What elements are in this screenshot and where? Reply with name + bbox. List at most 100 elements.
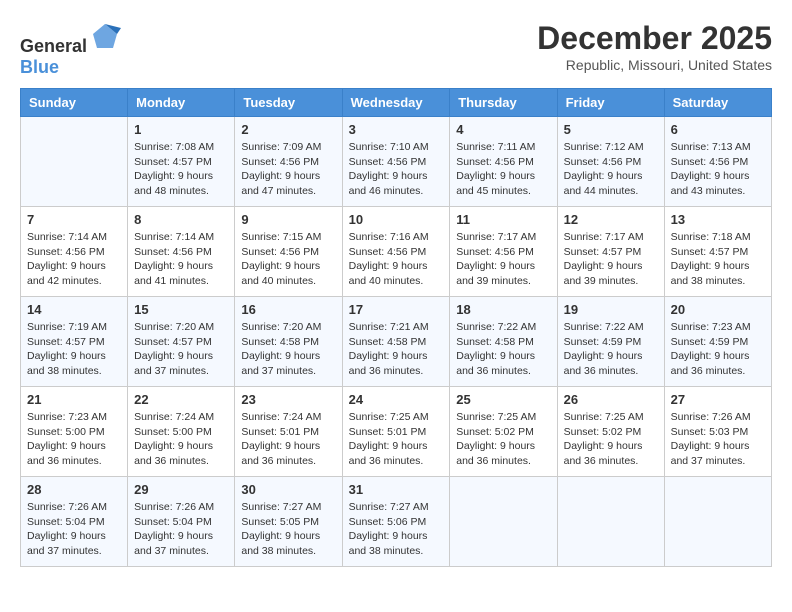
calendar-day-header: Sunday <box>21 89 128 117</box>
day-info: Sunrise: 7:20 AM Sunset: 4:57 PM Dayligh… <box>134 320 228 379</box>
calendar-day-cell: 24 Sunrise: 7:25 AM Sunset: 5:01 PM Dayli… <box>342 387 450 477</box>
calendar-week-row: 21 Sunrise: 7:23 AM Sunset: 5:00 PM Dayli… <box>21 387 772 477</box>
day-info: Sunrise: 7:23 AM Sunset: 5:00 PM Dayligh… <box>27 410 121 469</box>
calendar-day-cell <box>664 477 771 567</box>
day-number: 11 <box>456 212 550 227</box>
day-info: Sunrise: 7:09 AM Sunset: 4:56 PM Dayligh… <box>241 140 335 199</box>
day-number: 28 <box>27 482 121 497</box>
day-info: Sunrise: 7:14 AM Sunset: 4:56 PM Dayligh… <box>27 230 121 289</box>
calendar-day-header: Friday <box>557 89 664 117</box>
day-info: Sunrise: 7:26 AM Sunset: 5:03 PM Dayligh… <box>671 410 765 469</box>
day-number: 10 <box>349 212 444 227</box>
calendar-day-header: Saturday <box>664 89 771 117</box>
day-number: 7 <box>27 212 121 227</box>
calendar-day-cell: 15 Sunrise: 7:20 AM Sunset: 4:57 PM Dayli… <box>128 297 235 387</box>
calendar-day-cell: 6 Sunrise: 7:13 AM Sunset: 4:56 PM Daylig… <box>664 117 771 207</box>
day-info: Sunrise: 7:27 AM Sunset: 5:06 PM Dayligh… <box>349 500 444 559</box>
calendar-day-cell: 18 Sunrise: 7:22 AM Sunset: 4:58 PM Dayli… <box>450 297 557 387</box>
calendar-week-row: 1 Sunrise: 7:08 AM Sunset: 4:57 PM Daylig… <box>21 117 772 207</box>
day-info: Sunrise: 7:11 AM Sunset: 4:56 PM Dayligh… <box>456 140 550 199</box>
day-info: Sunrise: 7:21 AM Sunset: 4:58 PM Dayligh… <box>349 320 444 379</box>
calendar-day-cell: 25Sunrise: 7:25 AM Sunset: 5:02 PM Dayli… <box>450 387 557 477</box>
day-number: 5 <box>564 122 658 137</box>
calendar-day-cell: 3 Sunrise: 7:10 AM Sunset: 4:56 PM Daylig… <box>342 117 450 207</box>
calendar-day-cell: 16 Sunrise: 7:20 AM Sunset: 4:58 PM Dayli… <box>235 297 342 387</box>
day-info: Sunrise: 7:18 AM Sunset: 4:57 PM Dayligh… <box>671 230 765 289</box>
day-number: 23 <box>241 392 335 407</box>
day-info: Sunrise: 7:24 AM Sunset: 5:00 PM Dayligh… <box>134 410 228 469</box>
page-subtitle: Republic, Missouri, United States <box>537 57 772 73</box>
day-info: Sunrise: 7:27 AM Sunset: 5:05 PM Dayligh… <box>241 500 335 559</box>
calendar-day-header: Wednesday <box>342 89 450 117</box>
day-info: Sunrise: 7:08 AM Sunset: 4:57 PM Dayligh… <box>134 140 228 199</box>
day-info: Sunrise: 7:17 AM Sunset: 4:57 PM Dayligh… <box>564 230 658 289</box>
logo-blue-text: Blue <box>20 57 59 77</box>
calendar-day-cell <box>557 477 664 567</box>
day-number: 4 <box>456 122 550 137</box>
day-info: Sunrise: 7:20 AM Sunset: 4:58 PM Dayligh… <box>241 320 335 379</box>
calendar-day-cell: 22Sunrise: 7:24 AM Sunset: 5:00 PM Dayli… <box>128 387 235 477</box>
calendar-day-cell: 20 Sunrise: 7:23 AM Sunset: 4:59 PM Dayli… <box>664 297 771 387</box>
day-number: 26 <box>564 392 658 407</box>
calendar-day-header: Tuesday <box>235 89 342 117</box>
calendar-day-cell: 13 Sunrise: 7:18 AM Sunset: 4:57 PM Dayli… <box>664 207 771 297</box>
day-number: 8 <box>134 212 228 227</box>
calendar-day-cell: 27 Sunrise: 7:26 AM Sunset: 5:03 PM Dayli… <box>664 387 771 477</box>
logo: General Blue <box>20 20 121 78</box>
calendar-week-row: 28 Sunrise: 7:26 AM Sunset: 5:04 PM Dayli… <box>21 477 772 567</box>
calendar-day-cell: 5 Sunrise: 7:12 AM Sunset: 4:56 PM Daylig… <box>557 117 664 207</box>
calendar-day-cell: 4 Sunrise: 7:11 AM Sunset: 4:56 PM Daylig… <box>450 117 557 207</box>
calendar-day-cell: 10 Sunrise: 7:16 AM Sunset: 4:56 PM Dayli… <box>342 207 450 297</box>
calendar-day-cell <box>21 117 128 207</box>
calendar-day-cell: 19 Sunrise: 7:22 AM Sunset: 4:59 PM Dayli… <box>557 297 664 387</box>
title-area: December 2025 Republic, Missouri, United… <box>537 20 772 73</box>
calendar-day-cell: 7 Sunrise: 7:14 AM Sunset: 4:56 PM Daylig… <box>21 207 128 297</box>
day-number: 27 <box>671 392 765 407</box>
day-info: Sunrise: 7:10 AM Sunset: 4:56 PM Dayligh… <box>349 140 444 199</box>
day-info: Sunrise: 7:13 AM Sunset: 4:56 PM Dayligh… <box>671 140 765 199</box>
calendar-day-cell: 29Sunrise: 7:26 AM Sunset: 5:04 PM Dayli… <box>128 477 235 567</box>
day-info: Sunrise: 7:25 AM Sunset: 5:02 PM Dayligh… <box>564 410 658 469</box>
day-number: 29 <box>134 482 228 497</box>
day-info: Sunrise: 7:25 AM Sunset: 5:01 PM Dayligh… <box>349 410 444 469</box>
calendar-day-cell: 11 Sunrise: 7:17 AM Sunset: 4:56 PM Dayli… <box>450 207 557 297</box>
day-info: Sunrise: 7:24 AM Sunset: 5:01 PM Dayligh… <box>241 410 335 469</box>
day-info: Sunrise: 7:16 AM Sunset: 4:56 PM Dayligh… <box>349 230 444 289</box>
day-number: 17 <box>349 302 444 317</box>
day-info: Sunrise: 7:15 AM Sunset: 4:56 PM Dayligh… <box>241 230 335 289</box>
calendar-day-cell: 8Sunrise: 7:14 AM Sunset: 4:56 PM Daylig… <box>128 207 235 297</box>
day-number: 13 <box>671 212 765 227</box>
day-info: Sunrise: 7:26 AM Sunset: 5:04 PM Dayligh… <box>27 500 121 559</box>
day-info: Sunrise: 7:22 AM Sunset: 4:59 PM Dayligh… <box>564 320 658 379</box>
calendar-day-cell <box>450 477 557 567</box>
day-number: 21 <box>27 392 121 407</box>
calendar-day-cell: 30 Sunrise: 7:27 AM Sunset: 5:05 PM Dayli… <box>235 477 342 567</box>
day-info: Sunrise: 7:23 AM Sunset: 4:59 PM Dayligh… <box>671 320 765 379</box>
page-title: December 2025 <box>537 20 772 57</box>
calendar-day-cell: 17 Sunrise: 7:21 AM Sunset: 4:58 PM Dayli… <box>342 297 450 387</box>
day-number: 19 <box>564 302 658 317</box>
day-number: 15 <box>134 302 228 317</box>
calendar-day-cell: 12 Sunrise: 7:17 AM Sunset: 4:57 PM Dayli… <box>557 207 664 297</box>
day-number: 6 <box>671 122 765 137</box>
logo-icon <box>89 20 121 52</box>
calendar-week-row: 7 Sunrise: 7:14 AM Sunset: 4:56 PM Daylig… <box>21 207 772 297</box>
day-number: 2 <box>241 122 335 137</box>
day-number: 3 <box>349 122 444 137</box>
day-info: Sunrise: 7:17 AM Sunset: 4:56 PM Dayligh… <box>456 230 550 289</box>
day-number: 31 <box>349 482 444 497</box>
day-number: 20 <box>671 302 765 317</box>
calendar-day-header: Monday <box>128 89 235 117</box>
calendar-day-cell: 9Sunrise: 7:15 AM Sunset: 4:56 PM Daylig… <box>235 207 342 297</box>
calendar-day-header: Thursday <box>450 89 557 117</box>
day-info: Sunrise: 7:22 AM Sunset: 4:58 PM Dayligh… <box>456 320 550 379</box>
day-number: 18 <box>456 302 550 317</box>
day-number: 1 <box>134 122 228 137</box>
calendar-header-row: SundayMondayTuesdayWednesdayThursdayFrid… <box>21 89 772 117</box>
day-info: Sunrise: 7:12 AM Sunset: 4:56 PM Dayligh… <box>564 140 658 199</box>
day-number: 16 <box>241 302 335 317</box>
day-number: 24 <box>349 392 444 407</box>
day-number: 12 <box>564 212 658 227</box>
logo-general-text: General <box>20 36 87 56</box>
day-number: 30 <box>241 482 335 497</box>
